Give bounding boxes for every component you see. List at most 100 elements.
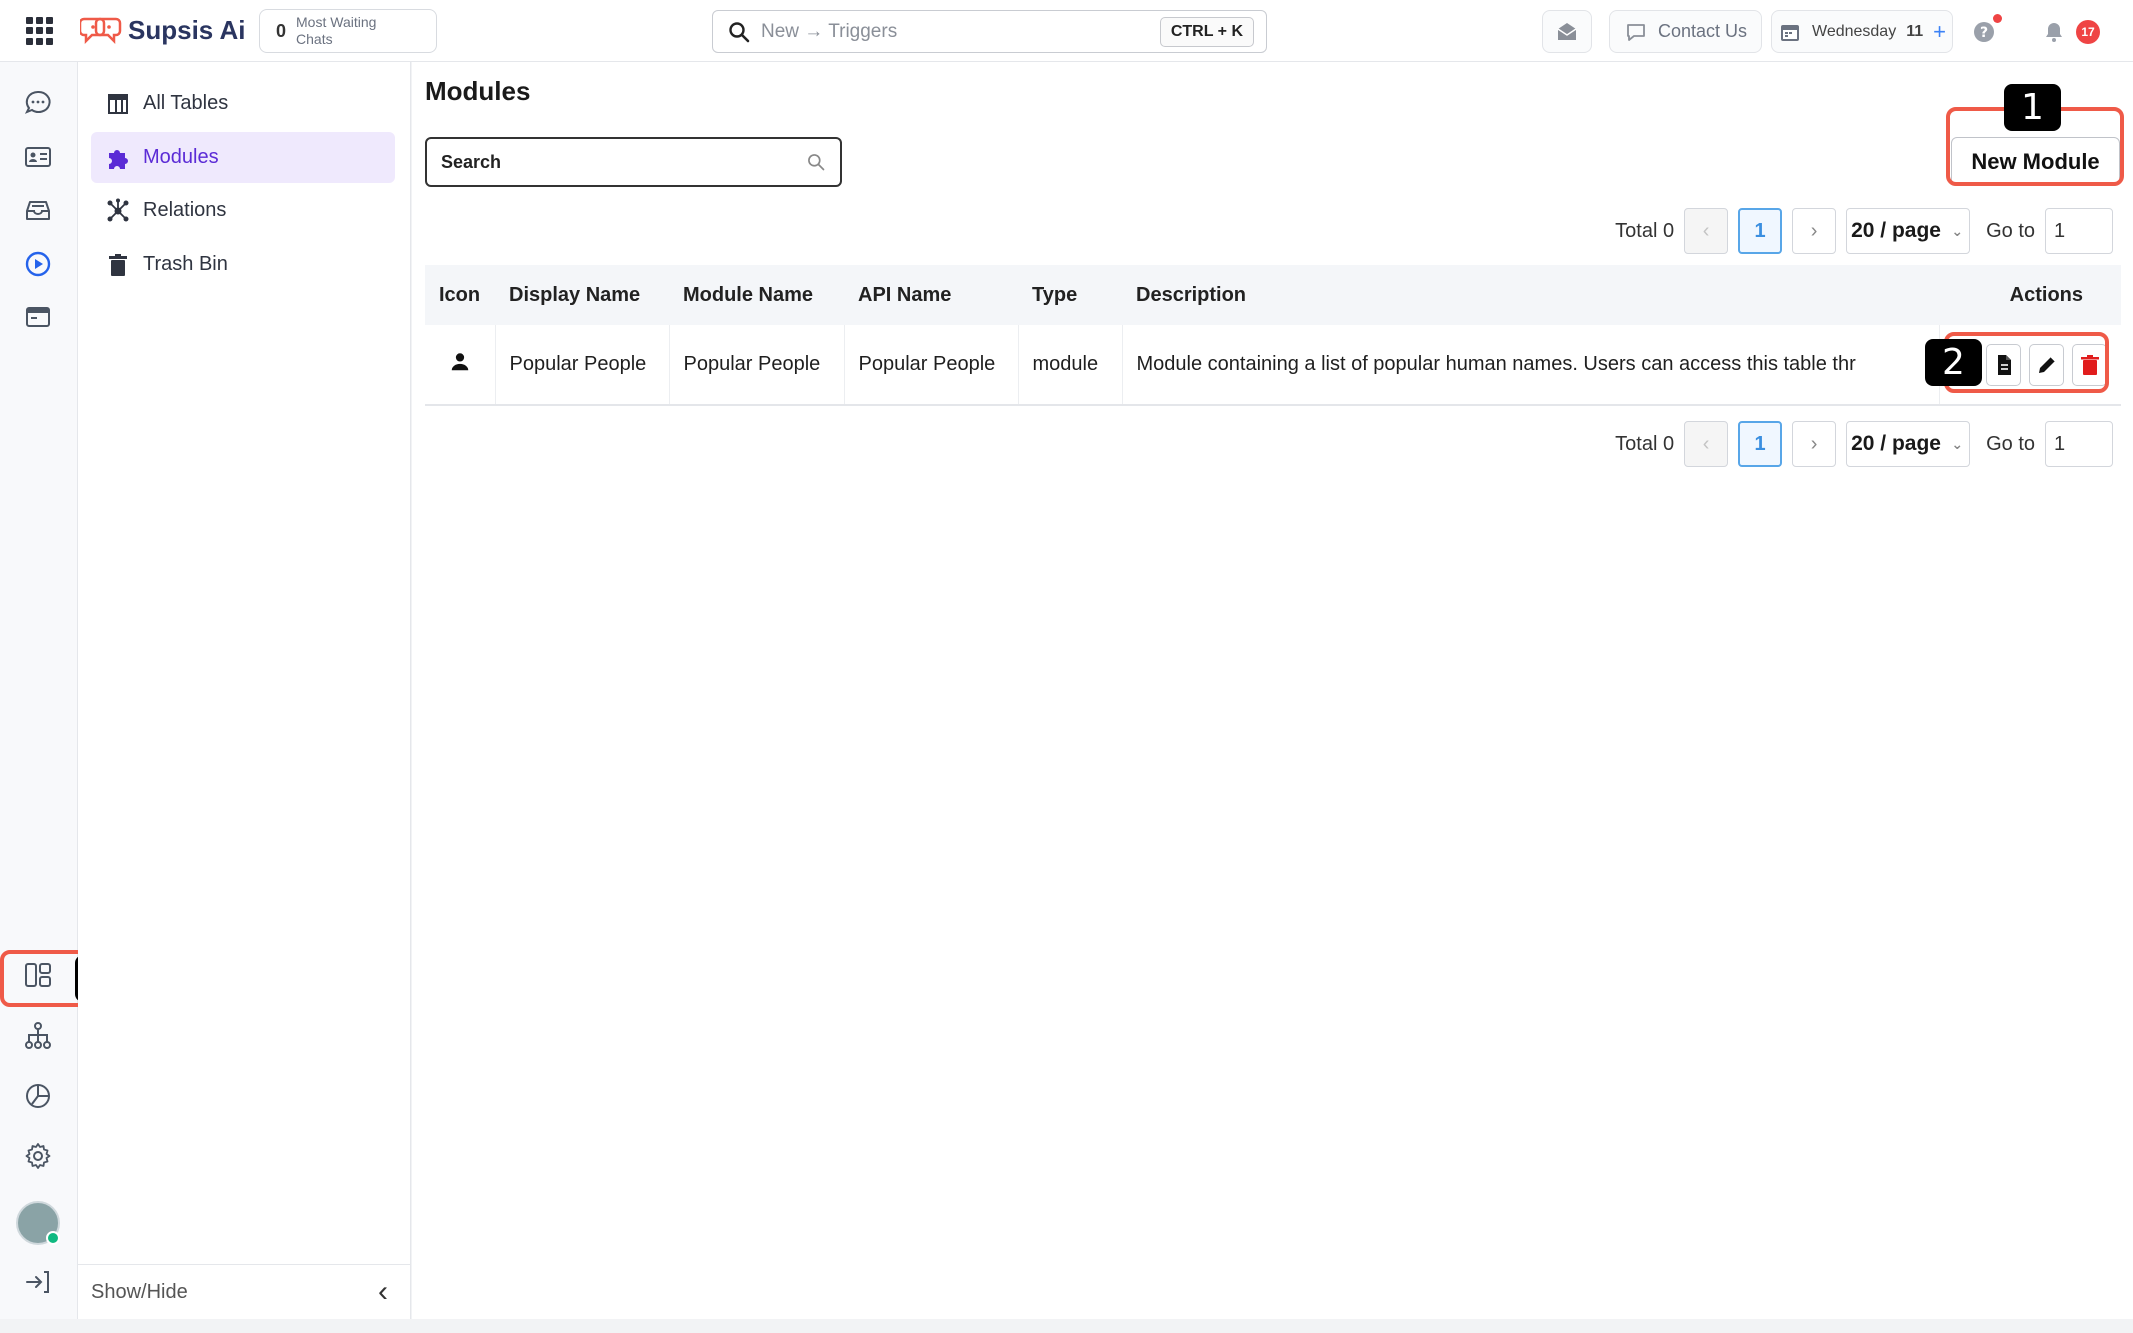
sidebar-item-trash-bin[interactable]: Trash Bin: [91, 239, 395, 290]
module-search-input[interactable]: Search: [425, 137, 842, 187]
goto-page-input[interactable]: 1: [2045, 208, 2113, 254]
page-number-button[interactable]: 1: [1738, 421, 1783, 467]
relations-icon: [107, 198, 129, 221]
module-search-placeholder: Search: [441, 151, 502, 172]
chat-icon: [24, 90, 51, 114]
help-button[interactable]: ?: [1962, 10, 2006, 53]
contact-us-button[interactable]: Contact Us: [1609, 10, 1762, 53]
display-name-cell: Popular People: [495, 325, 670, 406]
sidebar-item-label: All Tables: [143, 92, 229, 114]
next-page-button[interactable]: ›: [1792, 421, 1837, 467]
calendar-day: Wednesday: [1812, 22, 1897, 40]
gear-icon: [25, 1143, 51, 1169]
rail-chats[interactable]: [22, 87, 54, 119]
main-panel: Modules Search New Module Total 0 ‹ 1 › …: [412, 62, 2133, 1319]
online-status-dot: [46, 1231, 60, 1245]
calendar-icon: [1781, 24, 1799, 41]
global-search[interactable]: New → Triggers CTRL + K: [712, 10, 1267, 53]
waiting-count: 0: [276, 20, 287, 41]
page-number-button[interactable]: 1: [1738, 208, 1783, 254]
sidebar-item-relations[interactable]: Relations: [91, 185, 395, 236]
goto-label: Go to: [1986, 432, 2035, 455]
page-size-value: 20 / page: [1851, 219, 1941, 242]
show-hide-label: Show/Hide: [91, 1280, 188, 1303]
sidebar-item-label: Relations: [143, 199, 227, 221]
pie-chart-icon: [26, 1084, 50, 1108]
puzzle-icon: [109, 149, 128, 169]
pagination-top: Total 0 ‹ 1 › 20 / page ⌄ Go to 1: [1615, 208, 2113, 254]
prev-page-button[interactable]: ‹: [1684, 208, 1729, 254]
inbox-button[interactable]: [1542, 10, 1592, 53]
help-icon: ?: [1974, 21, 1994, 42]
inbox-tray-icon: [26, 201, 50, 220]
rail-settings[interactable]: [22, 1140, 54, 1172]
column-header-actions: Actions: [2009, 283, 2083, 306]
modules-table: Icon Display Name Module Name API Name T…: [425, 265, 2121, 406]
bell-icon: [2046, 22, 2062, 42]
search-shortcut-badge: CTRL + K: [1159, 16, 1254, 47]
show-hide-toggle[interactable]: Show/Hide ‹: [78, 1264, 410, 1319]
module-icon-cell: [425, 325, 496, 406]
goto-page-input[interactable]: 1: [2045, 421, 2113, 467]
add-event-icon[interactable]: +: [1933, 19, 1946, 45]
waiting-chats-widget[interactable]: 0 Most Waiting Chats: [259, 9, 437, 53]
search-icon: [808, 154, 825, 171]
brand-logo[interactable]: Supsis Ai: [80, 13, 246, 47]
column-header-icon: Icon: [439, 283, 481, 306]
notifications-button[interactable]: 17: [2022, 10, 2120, 53]
rail-contacts[interactable]: [22, 141, 54, 173]
contact-card-icon: [25, 147, 51, 167]
notification-count-badge: 17: [2076, 19, 2100, 44]
person-icon: [451, 352, 468, 370]
rail-hierarchy[interactable]: [22, 1020, 54, 1052]
prev-page-button[interactable]: ‹: [1684, 421, 1729, 467]
window-icon: [26, 307, 50, 327]
search-icon: [729, 21, 750, 42]
mail-icon: [1557, 22, 1577, 40]
chevron-down-icon: ⌄: [1951, 222, 1964, 239]
user-avatar[interactable]: [16, 1201, 60, 1245]
api-name-cell: Popular People: [844, 325, 1019, 406]
column-header-type: Type: [1032, 283, 1078, 306]
contact-us-label: Contact Us: [1657, 21, 1748, 41]
waiting-label: Most Waiting Chats: [296, 14, 377, 47]
hierarchy-icon: [25, 1022, 51, 1049]
next-page-button[interactable]: ›: [1792, 208, 1837, 254]
column-header-module-name: Module Name: [683, 283, 814, 306]
svg-text:?: ?: [1980, 25, 1988, 41]
goto-label: Go to: [1986, 219, 2035, 242]
page-size-select[interactable]: 20 / page ⌄: [1846, 208, 1971, 254]
module-name-cell: Popular People: [669, 325, 845, 406]
calendar-button[interactable]: Wednesday 11 +: [1771, 10, 1953, 53]
rail-logout[interactable]: [22, 1266, 54, 1298]
sidebar-item-all-tables[interactable]: All Tables: [91, 78, 395, 129]
callout-badge-1: 1: [2004, 84, 2061, 131]
sidebar-item-modules[interactable]: Modules: [91, 132, 395, 183]
pagination-bottom: Total 0 ‹ 1 › 20 / page ⌄ Go to 1: [1615, 421, 2113, 467]
sidebar-item-label: Modules: [143, 146, 219, 168]
top-bar: Supsis Ai 0 Most Waiting Chats New → Tri…: [0, 0, 2133, 62]
page-size-select[interactable]: 20 / page ⌄: [1846, 421, 1971, 467]
callout-badge-2: 2: [1925, 339, 1982, 386]
play-circle-icon: [25, 251, 51, 277]
chevron-left-icon: ‹: [378, 1275, 388, 1308]
chat-bubble-icon: [1627, 23, 1645, 41]
table-row[interactable]: Popular People Popular People Popular Pe…: [425, 325, 2121, 406]
page-title: Modules: [425, 76, 531, 106]
rail-browser[interactable]: [22, 301, 54, 333]
global-search-input[interactable]: New → Triggers: [761, 21, 1160, 43]
rail-automation[interactable]: [22, 248, 54, 280]
column-header-api-name: API Name: [858, 283, 952, 306]
chat-bubbles-logo-icon: [80, 17, 122, 45]
description-cell: Module containing a list of popular huma…: [1122, 325, 1940, 406]
sign-in-icon: [26, 1271, 49, 1293]
chevron-down-icon: ⌄: [1951, 435, 1964, 452]
apps-grid-icon[interactable]: [26, 17, 54, 45]
rail-inbox[interactable]: [22, 194, 54, 226]
table-icon: [108, 93, 128, 114]
module-sidebar: All Tables Modules Relations Trash Bin Show/…: [78, 62, 411, 1319]
pagination-total: Total 0: [1615, 219, 1675, 242]
column-header-display-name: Display Name: [509, 283, 641, 306]
rail-reports[interactable]: [22, 1080, 54, 1112]
page-size-value: 20 / page: [1851, 432, 1941, 455]
